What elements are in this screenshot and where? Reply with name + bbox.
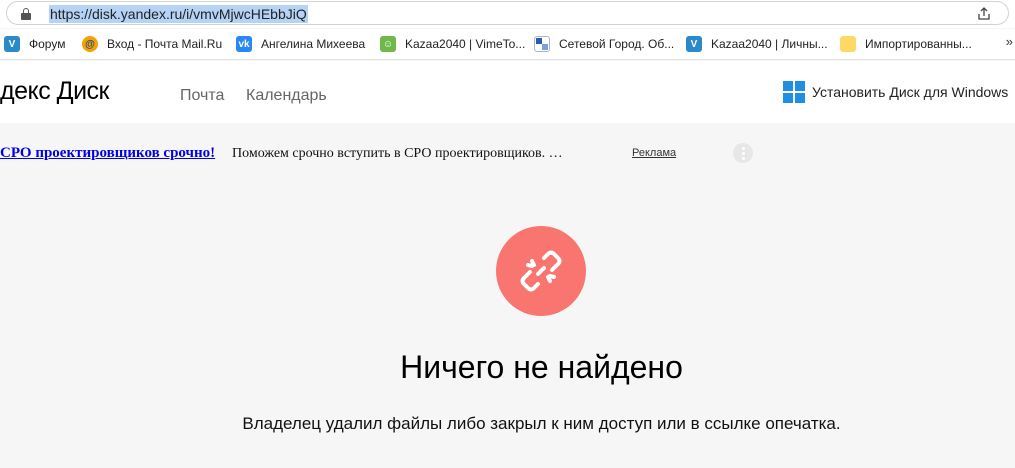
ad-banner: СРО проектировщиков срочно! Поможем сроч… bbox=[0, 123, 1015, 183]
bookmarks-overflow-button[interactable]: » bbox=[1006, 34, 1013, 49]
url-field[interactable]: https://disk.yandex.ru/i/vmvMjwcHEbbJiQ bbox=[6, 1, 1009, 25]
nav-mail-link[interactable]: Почта bbox=[180, 87, 224, 105]
windows-icon bbox=[783, 81, 805, 103]
install-label: Установить Диск для Windows bbox=[812, 84, 1009, 100]
bookmark-imported-folder[interactable]: Импортированны... bbox=[840, 35, 972, 53]
grid-icon bbox=[534, 36, 550, 52]
broken-link-glyph bbox=[520, 250, 562, 292]
bookmark-vimetop[interactable]: ☺ Kazaa2040 | VimeTo... bbox=[380, 35, 525, 53]
address-bar: https://disk.yandex.ru/i/vmvMjwcHEbbJiQ bbox=[0, 0, 1015, 28]
bookmark-mail-ru[interactable]: @ Вход - Почта Mail.Ru bbox=[82, 35, 222, 53]
bookmark-label: Импортированны... bbox=[865, 37, 972, 51]
yandex-disk-logo[interactable]: декс Диск bbox=[0, 77, 110, 106]
bookmark-label: Вход - Почта Mail.Ru bbox=[107, 37, 223, 51]
site-header: декс Диск Почта Календарь Установить Дис… bbox=[0, 61, 1015, 123]
install-disk-windows-button[interactable]: Установить Диск для Windows bbox=[783, 81, 1008, 103]
bookmark-label: Kazaa2040 | VimeTo... bbox=[405, 37, 526, 51]
mail-ru-icon: @ bbox=[82, 36, 98, 52]
bookmark-label: Ангелина Михеева bbox=[261, 37, 366, 51]
vk-icon: vk bbox=[236, 36, 252, 52]
empty-state-message: Владелец удалил файлы либо закрыл к ним … bbox=[242, 414, 841, 433]
bookmark-setevoy-gorod[interactable]: Сетевой Город. Об... bbox=[534, 35, 674, 53]
ad-label-link[interactable]: Реклама bbox=[632, 147, 676, 159]
bookmark-vk[interactable]: vk Ангелина Михеева bbox=[236, 35, 365, 53]
folder-icon bbox=[840, 36, 856, 52]
bookmark-kazaa-personal[interactable]: V Kazaa2040 | Личны... bbox=[686, 35, 828, 53]
broken-link-icon bbox=[496, 226, 586, 316]
shield-icon: V bbox=[686, 36, 702, 52]
share-icon[interactable] bbox=[976, 6, 992, 22]
lock-icon[interactable] bbox=[21, 8, 31, 20]
url-text[interactable]: https://disk.yandex.ru/i/vmvMjwcHEbbJiQ bbox=[49, 5, 308, 23]
empty-state-title: Ничего не найдено bbox=[400, 349, 683, 385]
bookmark-forum[interactable]: V Форум bbox=[4, 35, 65, 53]
more-options-icon[interactable] bbox=[733, 143, 753, 163]
ad-headline-link[interactable]: СРО проектировщиков срочно! bbox=[0, 145, 215, 162]
bookmark-label: Сетевой Город. Об... bbox=[559, 37, 675, 51]
bookmarks-bar: V Форум @ Вход - Почта Mail.Ru vk Ангели… bbox=[0, 29, 1015, 60]
android-icon: ☺ bbox=[380, 36, 396, 52]
bookmark-label: Форум bbox=[29, 37, 66, 51]
nav-calendar-link[interactable]: Календарь bbox=[246, 87, 327, 105]
ad-text[interactable]: Поможем срочно вступить в СРО проектиров… bbox=[232, 146, 563, 162]
shield-icon: V bbox=[4, 36, 20, 52]
bookmark-label: Kazaa2040 | Личны... bbox=[711, 37, 828, 51]
